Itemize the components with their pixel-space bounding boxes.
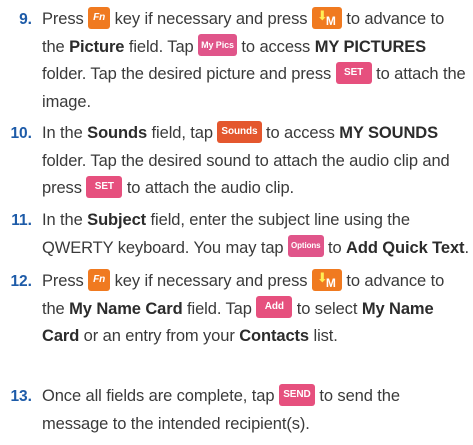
- set-button: SET: [86, 175, 123, 198]
- step-text: Press Fn key if necessary and press ⬇ M t…: [42, 268, 445, 345]
- step-text: In the Sounds field, tap Sounds to acces…: [42, 120, 469, 203]
- sounds-button: Sounds: [217, 120, 262, 143]
- step-number: 9.: [19, 11, 32, 28]
- send-button: SEND: [278, 383, 315, 406]
- options-button: Options: [287, 235, 324, 258]
- step-text: Press Fn key if necessary and press ⬇ M t…: [42, 6, 466, 111]
- manual-page: 9. Press Fn key if necessary and press ⬇…: [0, 0, 473, 445]
- fn-key-icon: Fn: [88, 268, 111, 291]
- step-number: 12.: [10, 273, 32, 290]
- step-number: 10.: [10, 125, 32, 142]
- step-text: In the Subject field, enter the subject …: [42, 211, 469, 258]
- down-navigation-key-icon: ⬇ M: [311, 268, 342, 291]
- add-button: Add: [256, 296, 293, 319]
- down-navigation-key-icon: ⬇ M: [311, 6, 342, 29]
- set-button: SET: [335, 61, 372, 84]
- step-number: 11.: [11, 212, 32, 229]
- step-number: 13.: [10, 388, 32, 405]
- fn-key-icon: Fn: [88, 6, 111, 29]
- step-text: Once all fields are complete, tap SEND t…: [42, 383, 469, 438]
- my-pics-button: My Pics: [198, 34, 237, 57]
